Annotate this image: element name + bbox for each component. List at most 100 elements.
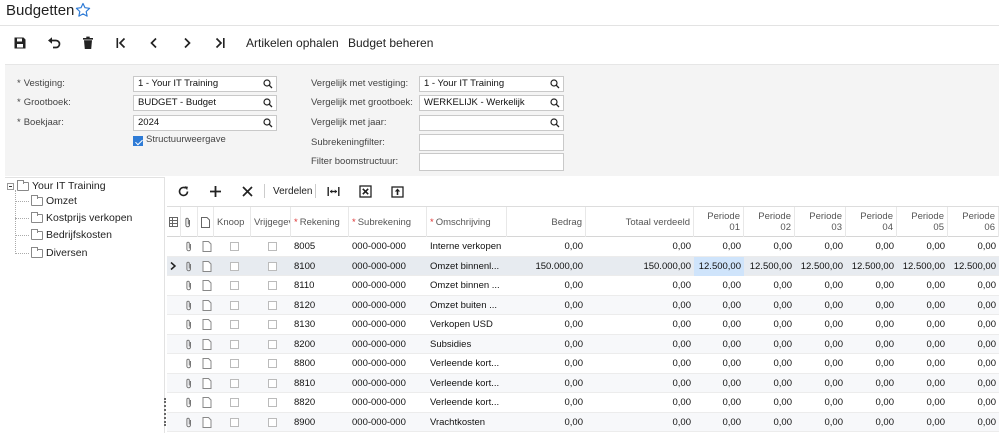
table-row[interactable]: 8800 000-000-000 Verleende kort... 0,00 0,00… — [167, 354, 999, 374]
verdelen-button[interactable]: Verdelen — [273, 183, 312, 199]
tree-item-bedrijfskosten[interactable]: Bedrijfskosten — [31, 227, 112, 243]
cell-rek[interactable]: 8820 — [291, 393, 349, 412]
knoop-checkbox[interactable] — [230, 242, 239, 251]
cell-totaal[interactable]: 0,00 — [586, 237, 694, 256]
cell-oms[interactable]: Interne verkopen — [427, 237, 507, 256]
cell-totaal[interactable]: 0,00 — [586, 393, 694, 412]
table-row[interactable]: 8810 000-000-000 Verleende kort... 0,00 0,00… — [167, 373, 999, 393]
cell-periode-05[interactable]: 0,00 — [897, 237, 948, 256]
cell-periode-03[interactable]: 12.500,00 — [795, 257, 846, 276]
cell-periode-02[interactable]: 0,00 — [744, 335, 795, 354]
cell-periode-05[interactable]: 0,00 — [897, 413, 948, 432]
cell-periode-02[interactable]: 0,00 — [744, 393, 795, 412]
cell-periode-05[interactable]: 12.500,00 — [897, 257, 948, 276]
cell-totaal[interactable]: 0,00 — [586, 354, 694, 373]
vrijgegeven-checkbox[interactable] — [268, 398, 277, 407]
cell-oms[interactable]: Omzet binnenl... — [427, 257, 507, 276]
cell-sub[interactable]: 000-000-000 — [349, 413, 427, 432]
paperclip-icon[interactable] — [184, 241, 194, 252]
cell-bedrag[interactable]: 0,00 — [507, 237, 586, 256]
cell-bedrag[interactable]: 0,00 — [507, 393, 586, 412]
paperclip-icon[interactable] — [184, 397, 194, 408]
column-header-periode-06[interactable]: Periode 06 — [948, 207, 999, 237]
cell-periode-01[interactable]: 0,00 — [694, 413, 744, 432]
cell-periode-03[interactable]: 0,00 — [795, 354, 846, 373]
previous-record-button[interactable] — [146, 34, 162, 52]
subrekening-filter-field[interactable] — [419, 134, 564, 151]
cell-periode-05[interactable]: 0,00 — [897, 354, 948, 373]
cell-rek[interactable]: 8120 — [291, 296, 349, 315]
cell-periode-02[interactable]: 0,00 — [744, 315, 795, 334]
cell-rek[interactable]: 8110 — [291, 276, 349, 295]
cell-periode-02[interactable]: 0,00 — [744, 354, 795, 373]
cell-periode-04[interactable]: 0,00 — [846, 354, 897, 373]
paperclip-icon[interactable] — [184, 280, 194, 291]
vgl-grootboek-field[interactable]: WERKELIJK - Werkelijk — [419, 95, 564, 111]
table-row[interactable]: 8200 000-000-000 Subsidies 0,00 0,00 0,00 0,00… — [167, 334, 999, 354]
cell-bedrag[interactable]: 0,00 — [507, 335, 586, 354]
note-icon[interactable] — [202, 397, 212, 408]
column-header-rekening[interactable]: * Rekening — [291, 207, 349, 237]
knoop-checkbox[interactable] — [230, 281, 239, 290]
cell-periode-01[interactable]: 0,00 — [694, 374, 744, 393]
note-icon[interactable] — [202, 241, 212, 252]
cell-periode-03[interactable]: 0,00 — [795, 374, 846, 393]
vgl-vestiging-field[interactable]: 1 - Your IT Training — [419, 76, 564, 92]
search-icon[interactable] — [550, 118, 560, 128]
cell-periode-04[interactable]: 0,00 — [846, 315, 897, 334]
cell-periode-02[interactable]: 0,00 — [744, 413, 795, 432]
cell-sub[interactable]: 000-000-000 — [349, 237, 427, 256]
remove-row-button[interactable] — [239, 183, 255, 199]
vrijgegeven-checkbox[interactable] — [268, 242, 277, 251]
cell-periode-06[interactable]: 0,00 — [948, 237, 999, 256]
cell-rek[interactable]: 8005 — [291, 237, 349, 256]
vrijgegeven-checkbox[interactable] — [268, 261, 277, 271]
cell-sub[interactable]: 000-000-000 — [349, 276, 427, 295]
cell-periode-03[interactable]: 0,00 — [795, 315, 846, 334]
note-icon[interactable] — [202, 338, 212, 350]
cell-sub[interactable]: 000-000-000 — [349, 393, 427, 412]
filter-boom-field[interactable] — [419, 153, 564, 171]
cell-periode-04[interactable]: 0,00 — [846, 296, 897, 315]
budget-beheren-button[interactable]: Budget beheren — [348, 34, 433, 52]
cell-periode-04[interactable]: 0,00 — [846, 413, 897, 432]
cell-sub[interactable]: 000-000-000 — [349, 335, 427, 354]
cell-periode-06[interactable]: 0,00 — [948, 315, 999, 334]
cell-periode-05[interactable]: 0,00 — [897, 335, 948, 354]
cell-periode-03[interactable]: 0,00 — [795, 296, 846, 315]
note-icon[interactable] — [202, 260, 212, 272]
cell-oms[interactable]: Verleende kort... — [427, 393, 507, 412]
knoop-checkbox[interactable] — [230, 378, 239, 388]
column-settings-header[interactable] — [167, 207, 181, 237]
column-header-periode-05[interactable]: Periode 05 — [897, 207, 948, 237]
cell-periode-03[interactable]: 0,00 — [795, 335, 846, 354]
column-header-periode-02[interactable]: Periode 02 — [744, 207, 795, 237]
cell-bedrag[interactable]: 0,00 — [507, 276, 586, 295]
cell-rek[interactable]: 8800 — [291, 354, 349, 373]
cell-periode-04[interactable]: 0,00 — [846, 335, 897, 354]
cell-bedrag[interactable]: 0,00 — [507, 315, 586, 334]
column-header-knoop[interactable]: Knoop — [214, 207, 251, 237]
knoop-checkbox[interactable] — [230, 398, 239, 407]
paperclip-icon[interactable] — [184, 261, 194, 272]
cell-periode-01[interactable]: 0,00 — [694, 237, 744, 256]
cell-bedrag[interactable]: 0,00 — [507, 354, 586, 373]
cell-oms[interactable]: Omzet buiten ... — [427, 296, 507, 315]
cell-periode-04[interactable]: 12.500,00 — [846, 257, 897, 276]
tree-item-diversen[interactable]: Diversen — [31, 245, 87, 261]
cell-periode-06[interactable]: 0,00 — [948, 354, 999, 373]
favorite-star-icon[interactable] — [75, 2, 91, 18]
table-row[interactable]: 8110 000-000-000 Omzet binnen ... 0,00 0,00 0… — [167, 276, 999, 296]
knoop-checkbox[interactable] — [230, 300, 239, 310]
vrijgegeven-checkbox[interactable] — [268, 417, 277, 427]
paperclip-icon[interactable] — [184, 358, 194, 369]
cell-periode-01[interactable]: 0,00 — [694, 354, 744, 373]
search-icon[interactable] — [550, 98, 560, 108]
cell-periode-04[interactable]: 0,00 — [846, 374, 897, 393]
cell-sub[interactable]: 000-000-000 — [349, 296, 427, 315]
cell-bedrag[interactable]: 0,00 — [507, 296, 586, 315]
cell-periode-04[interactable]: 0,00 — [846, 393, 897, 412]
note-icon[interactable] — [202, 280, 212, 291]
cell-rek[interactable]: 8100 — [291, 257, 349, 276]
table-row[interactable]: 8130 000-000-000 Verkopen USD 0,00 0,00 0,00 0… — [167, 315, 999, 335]
